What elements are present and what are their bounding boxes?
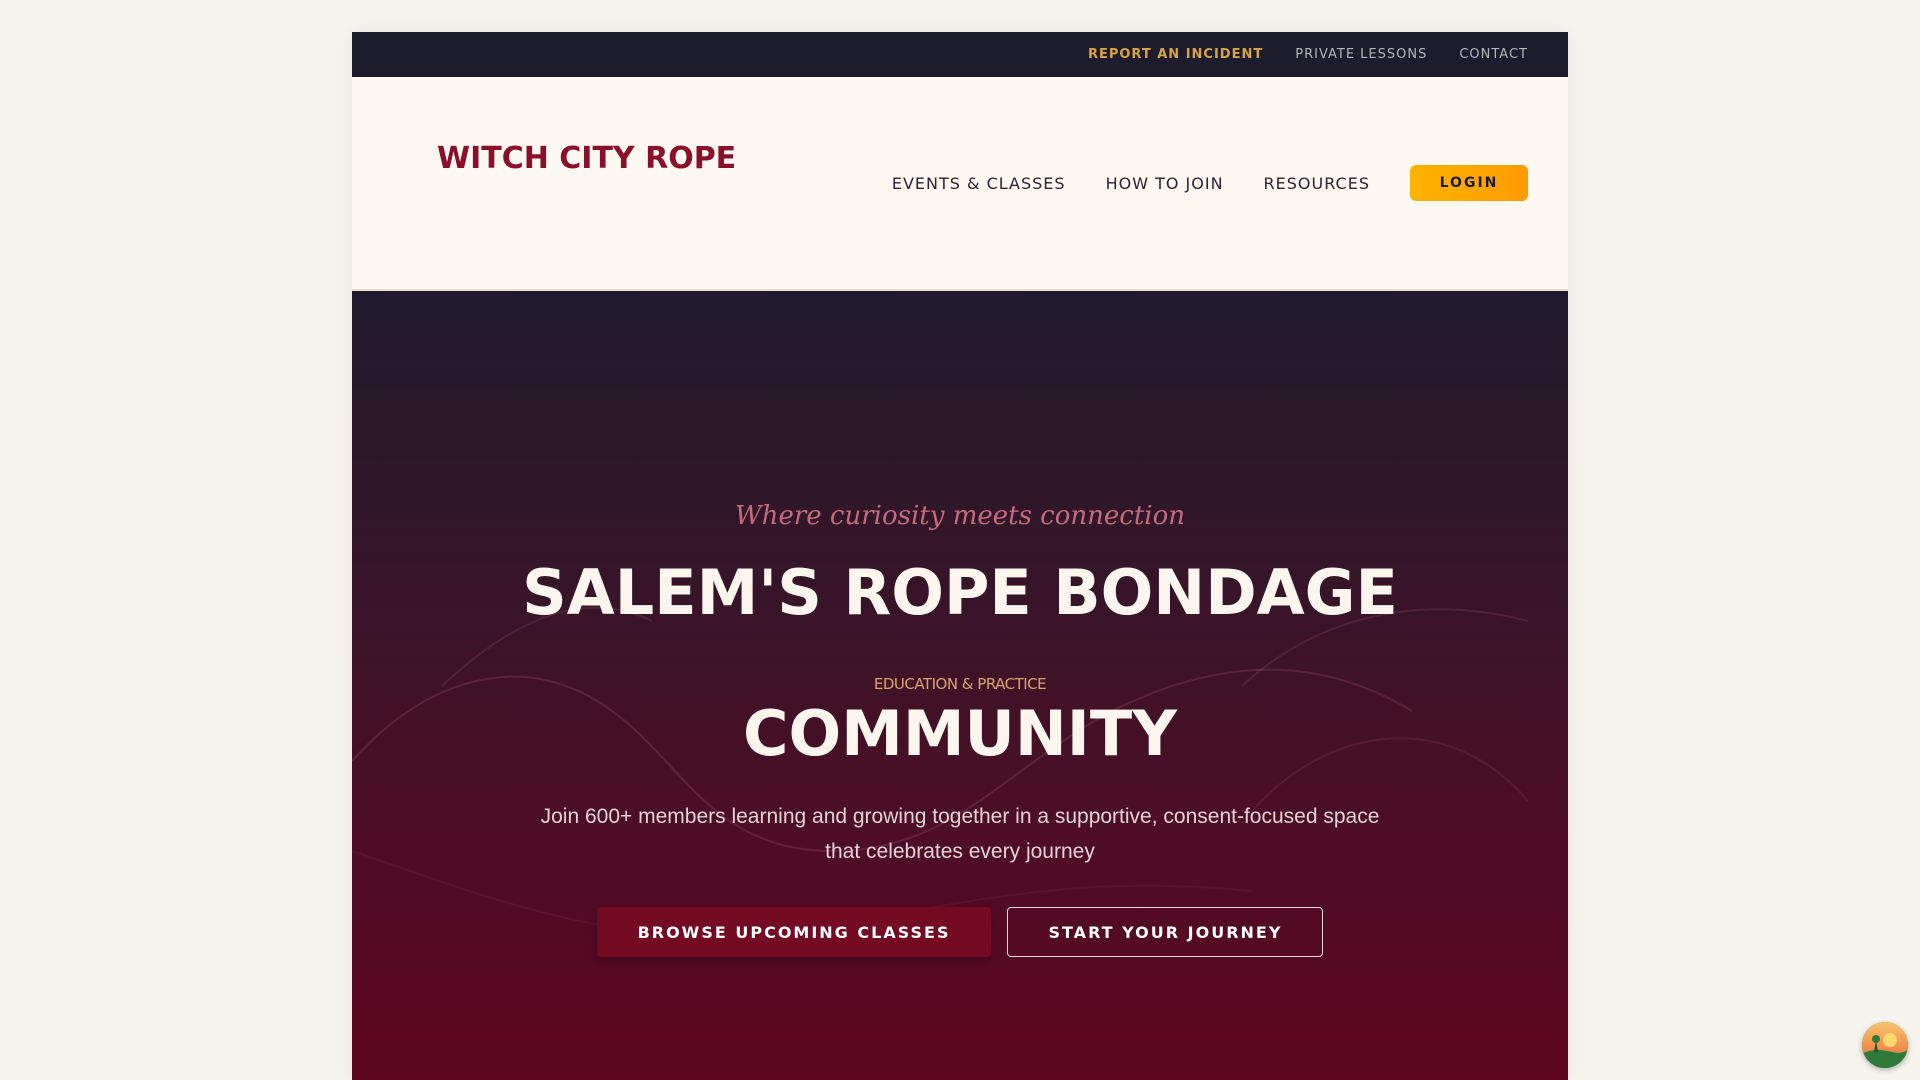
site-header: WITCH CITY ROPE EVENTS & CLASSES HOW TO …	[352, 77, 1568, 291]
site-logo[interactable]: WITCH CITY ROPE	[437, 141, 736, 176]
hero-description: Join 600+ members learning and growing t…	[540, 805, 1380, 863]
browse-classes-button[interactable]: BROWSE UPCOMING CLASSES	[596, 907, 992, 957]
hero-tagline: Where curiosity meets connection	[735, 501, 1185, 531]
nav-resources[interactable]: RESOURCES	[1264, 174, 1370, 193]
site-frame: REPORT AN INCIDENT PRIVATE LESSONS CONTA…	[352, 32, 1568, 1080]
start-journey-button[interactable]: START YOUR JOURNEY	[1007, 907, 1324, 957]
hero-title-line-2: COMMUNITY	[742, 697, 1178, 770]
utility-bar: REPORT AN INCIDENT PRIVATE LESSONS CONTA…	[352, 32, 1568, 77]
hero-subtitle: EDUCATION & PRACTICE	[873, 675, 1047, 693]
sunset-landscape-icon	[1862, 1022, 1908, 1068]
private-lessons-link[interactable]: PRIVATE LESSONS	[1295, 47, 1427, 62]
login-button[interactable]: LOGIN	[1410, 165, 1528, 201]
nav-events-classes[interactable]: EVENTS & CLASSES	[892, 174, 1066, 193]
hero-title-line-1: SALEM'S ROPE BONDAGE	[522, 556, 1398, 629]
hero-cta-row: BROWSE UPCOMING CLASSES START YOUR JOURN…	[352, 907, 1568, 957]
report-incident-link[interactable]: REPORT AN INCIDENT	[1088, 47, 1263, 62]
nav-how-to-join[interactable]: HOW TO JOIN	[1106, 174, 1224, 193]
hero-section: Where curiosity meets connection SALEM'S…	[352, 291, 1568, 1080]
floating-badge[interactable]	[1862, 1022, 1908, 1068]
main-nav: EVENTS & CLASSES HOW TO JOIN RESOURCES L…	[852, 165, 1528, 201]
contact-link[interactable]: CONTACT	[1459, 47, 1528, 62]
